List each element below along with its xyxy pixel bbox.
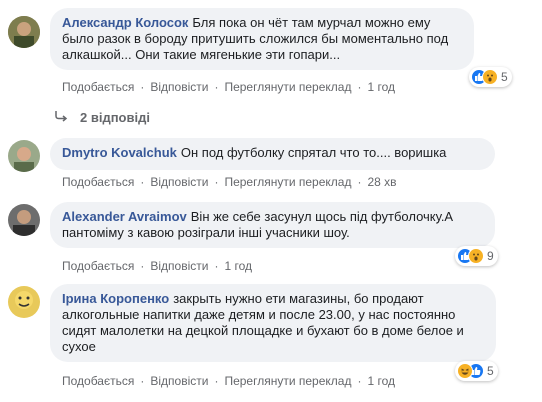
avatar[interactable] bbox=[8, 286, 40, 318]
reply-link[interactable]: Відповісти bbox=[150, 80, 208, 94]
view-replies-link[interactable]: 2 відповіді bbox=[54, 109, 150, 125]
reaction-summary[interactable]: 5 bbox=[469, 67, 512, 87]
reaction-count: 5 bbox=[501, 70, 508, 84]
comment-actions: Подобається · Відповісти · 1 год bbox=[62, 259, 252, 273]
reaction-summary[interactable]: 9 bbox=[455, 246, 498, 266]
timestamp[interactable]: 1 год bbox=[224, 259, 252, 273]
like-link[interactable]: Подобається bbox=[62, 374, 134, 388]
comment-text: Он под футболку спрятал что то.... вориш… bbox=[180, 145, 447, 160]
reply-link[interactable]: Відповісти bbox=[150, 259, 208, 273]
reply-arrow-icon bbox=[54, 109, 68, 125]
like-link[interactable]: Подобається bbox=[62, 80, 134, 94]
see-translation-link[interactable]: Переглянути переклад bbox=[224, 374, 351, 388]
reaction-summary[interactable]: 5 bbox=[455, 361, 498, 381]
reply-link[interactable]: Відповісти bbox=[150, 175, 208, 189]
comment-author[interactable]: Alexander Avraimov bbox=[62, 209, 187, 224]
timestamp[interactable]: 1 год bbox=[367, 374, 395, 388]
haha-icon bbox=[457, 363, 473, 379]
avatar[interactable] bbox=[8, 204, 40, 236]
timestamp[interactable]: 1 год bbox=[367, 80, 395, 94]
avatar-image bbox=[8, 140, 40, 172]
reaction-count: 5 bbox=[487, 364, 494, 378]
see-translation-link[interactable]: Переглянути переклад bbox=[224, 80, 351, 94]
like-link[interactable]: Подобається bbox=[62, 259, 134, 273]
comment-actions: Подобається · Відповісти · Переглянути перек… bbox=[62, 374, 396, 388]
avatar[interactable] bbox=[8, 140, 40, 172]
reaction-count: 9 bbox=[487, 249, 494, 263]
like-link[interactable]: Подобається bbox=[62, 175, 134, 189]
comment-author[interactable]: Ірина Коропенко bbox=[62, 291, 169, 306]
comment-bubble: Dmytro Kovalchuk Он под футболку спрятал … bbox=[50, 138, 495, 170]
avatar-image bbox=[8, 16, 40, 48]
see-translation-link[interactable]: Переглянути переклад bbox=[224, 175, 351, 189]
wow-icon bbox=[482, 69, 498, 85]
comment-bubble: Alexander Avraimov Він же себе засунул що… bbox=[50, 202, 495, 248]
reply-link[interactable]: Відповісти bbox=[150, 374, 208, 388]
comment-author[interactable]: Dmytro Kovalchuk bbox=[62, 145, 177, 160]
timestamp[interactable]: 28 хв bbox=[367, 175, 396, 189]
comment-bubble: Александр Колосок Бля пока он чёт там мур… bbox=[50, 8, 474, 70]
wow-icon bbox=[468, 248, 484, 264]
comment-actions: Подобається · Відповісти · Переглянути перек… bbox=[62, 80, 396, 94]
comment-author[interactable]: Александр Колосок bbox=[62, 15, 188, 30]
comment-bubble: Ірина Коропенко закрыть нужно ети магазин… bbox=[50, 284, 496, 362]
avatar-image bbox=[8, 204, 40, 236]
avatar-image bbox=[8, 286, 40, 318]
replies-count: 2 відповіді bbox=[80, 109, 150, 125]
avatar[interactable] bbox=[8, 16, 40, 48]
comment-actions: Подобається · Відповісти · Переглянути перек… bbox=[62, 175, 397, 189]
